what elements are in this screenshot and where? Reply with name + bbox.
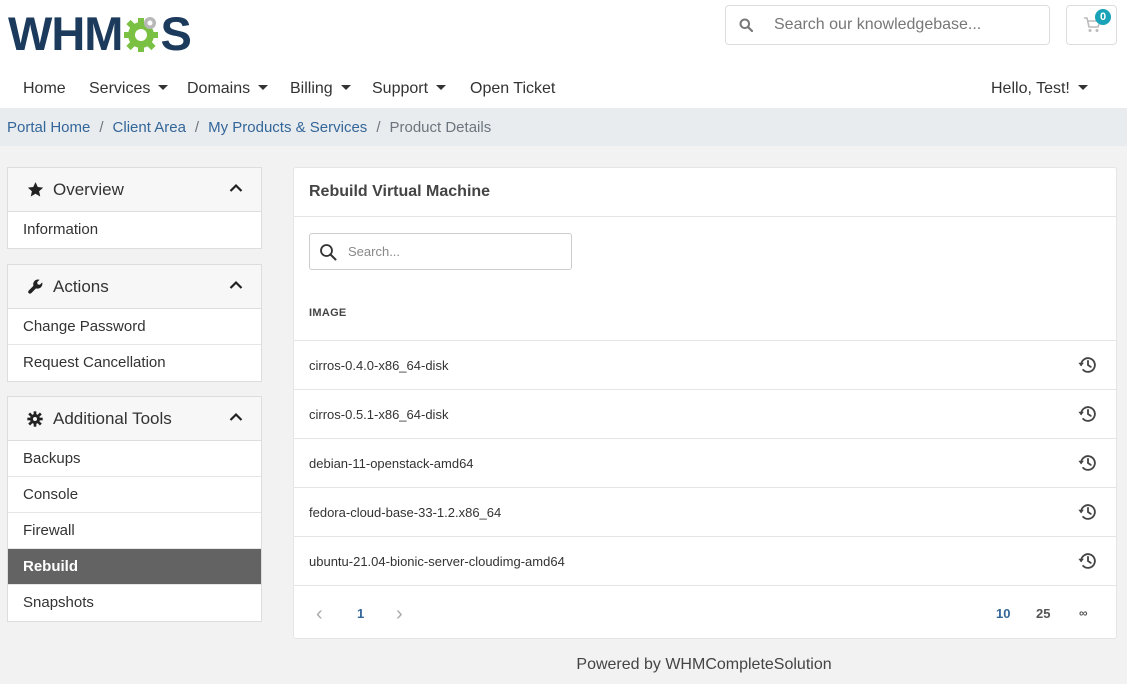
whmcs-logo[interactable]: WHM S [8,7,192,60]
sidebar-item-backups[interactable]: Backups [8,441,261,477]
wrench-icon [27,278,45,296]
nav-support[interactable]: Support [372,70,447,108]
image-table: cirros-0.4.0-x86_64-disk cirros-0.5.1-x8… [294,340,1116,586]
caret-down-icon [258,85,269,91]
nav-home[interactable]: Home [23,70,66,108]
breadcrumb-separator: / [376,119,381,136]
caret-down-icon [340,85,351,91]
page-size-all-button[interactable]: ∞ [1079,606,1088,620]
breadcrumb-current: Product Details [389,119,492,136]
chevron-up-icon[interactable] [229,183,243,193]
cart-button[interactable]: 0 [1066,5,1117,45]
star-icon [27,181,45,199]
prev-page-button[interactable]: ‹ [316,603,323,626]
sidebar-item-change-password[interactable]: Change Password [8,309,261,345]
main-navigation: Home Services Domains Billing Support Op… [0,70,1127,108]
nav-domains[interactable]: Domains [187,70,269,108]
sidebar-tools-panel: Additional Tools Backups Console Firewal… [7,396,262,622]
chevron-up-icon[interactable] [229,412,243,422]
logo-text-right: S [160,7,191,60]
user-menu[interactable]: Hello, Test! [991,70,1088,108]
rebuild-card: Rebuild Virtual Machine IMAGE cirros-0.4… [293,167,1117,639]
pagination: ‹ 1 › 10 25 ∞ [294,600,1116,630]
cog-icon [27,410,45,428]
table-row: fedora-cloud-base-33-1.2.x86_64 [294,488,1116,537]
rebuild-icon[interactable] [1075,548,1101,574]
nav-services[interactable]: Services [89,70,169,108]
page-1-button[interactable]: 1 [357,606,364,621]
user-greeting: Hello, Test! [991,80,1070,97]
card-title: Rebuild Virtual Machine [294,168,1116,217]
breadcrumb-separator: / [194,119,200,136]
table-row: cirros-0.5.1-x86_64-disk [294,390,1116,439]
sidebar-item-console[interactable]: Console [8,477,261,513]
site-header: WHM S Search our knowledgebase... 0 Home… [0,0,1127,108]
column-header-image[interactable]: IMAGE [309,307,347,319]
sidebar-item-snapshots[interactable]: Snapshots [8,585,261,621]
table-row: debian-11-openstack-amd64 [294,439,1116,488]
breadcrumb-client-area[interactable]: Client Area [113,119,186,136]
gear-logo-icon [124,17,159,52]
sidebar-overview-panel: Overview Information [7,167,262,249]
nav-services-label: Services [89,80,151,97]
table-row: cirros-0.4.0-x86_64-disk [294,341,1116,390]
page-size-25-button[interactable]: 25 [1036,606,1050,621]
nav-open-ticket[interactable]: Open Ticket [470,70,555,108]
sidebar-item-rebuild[interactable]: Rebuild [8,549,261,585]
nav-support-label: Support [372,80,429,97]
breadcrumb: Portal Home / Client Area / My Products & Se… [0,108,1127,146]
sidebar-overview-header[interactable]: Overview [8,168,261,212]
breadcrumb-my-products[interactable]: My Products & Services [208,119,367,136]
caret-down-icon [436,85,447,91]
table-row: ubuntu-21.04-bionic-server-cloudimg-amd6… [294,537,1116,586]
next-page-button[interactable]: › [396,603,403,626]
nav-domains-label: Domains [187,80,251,97]
search-icon [310,243,346,261]
rebuild-icon[interactable] [1075,499,1101,525]
image-search-input[interactable] [348,244,548,259]
caret-down-icon [158,85,169,91]
rebuild-icon[interactable] [1075,401,1101,427]
nav-billing-label: Billing [290,80,333,97]
sidebar-actions-header[interactable]: Actions [8,265,261,309]
caret-down-icon [1077,85,1088,91]
logo-text-left: WHM [8,7,123,60]
image-name: cirros-0.5.1-x86_64-disk [309,406,449,422]
chevron-up-icon[interactable] [229,280,243,290]
cart-count-badge: 0 [1095,9,1111,25]
knowledgebase-search-input[interactable] [774,16,1044,34]
page-size-10-button[interactable]: 10 [996,606,1010,621]
search-icon [726,5,766,45]
footer-powered-by: Powered by WHMCompleteSolution [576,656,832,673]
sidebar-item-firewall[interactable]: Firewall [8,513,261,549]
knowledgebase-search[interactable] [725,5,1050,45]
breadcrumb-portal-home[interactable]: Portal Home [7,119,90,136]
sidebar-actions-title: Actions [53,276,109,296]
rebuild-icon[interactable] [1075,352,1101,378]
image-search[interactable] [309,233,572,270]
rebuild-icon[interactable] [1075,450,1101,476]
sidebar-actions-panel: Actions Change Password Request Cancella… [7,264,262,382]
breadcrumb-separator: / [99,119,104,136]
image-name: cirros-0.4.0-x86_64-disk [309,357,449,373]
nav-billing[interactable]: Billing [290,70,351,108]
sidebar-tools-header[interactable]: Additional Tools [8,397,261,441]
image-name: debian-11-openstack-amd64 [309,455,474,471]
image-name: fedora-cloud-base-33-1.2.x86_64 [309,504,502,520]
image-name: ubuntu-21.04-bionic-server-cloudimg-amd6… [309,553,565,569]
sidebar-item-information[interactable]: Information [8,212,261,248]
sidebar-tools-title: Additional Tools [53,408,172,428]
sidebar-item-request-cancellation[interactable]: Request Cancellation [8,345,261,381]
sidebar-overview-title: Overview [53,179,124,199]
